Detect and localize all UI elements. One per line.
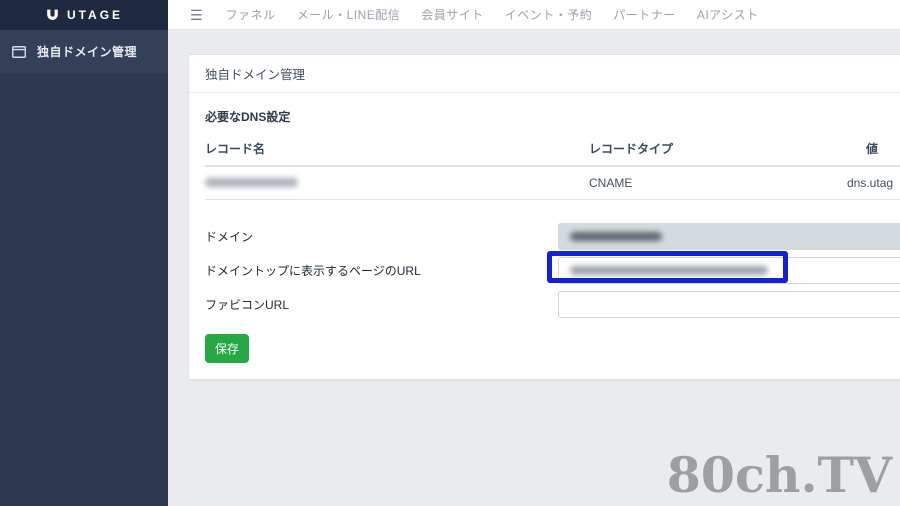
form-row-favicon-url: ファビコンURL xyxy=(205,291,900,318)
dns-value-cell: dns.utag xyxy=(847,166,900,200)
app-logo-bar: UTAGE xyxy=(0,0,168,30)
top-page-url-label: ドメイントップに表示するページのURL xyxy=(205,264,421,278)
top-navigation: ☰ ファネル メール・LINE配信 会員サイト イベント・予約 パートナー AI… xyxy=(168,0,900,30)
form-row-top-page-url: ドメイントップに表示するページのURL xyxy=(205,251,900,284)
redacted-domain-value xyxy=(570,232,662,241)
form-row-domain: ドメイン xyxy=(205,223,900,250)
dns-header-record-name: レコード名 xyxy=(205,133,589,167)
hamburger-menu-icon[interactable]: ☰ xyxy=(190,8,203,22)
dns-section-title: 必要なDNS設定 xyxy=(205,110,291,124)
dns-record-type-cell: CNAME xyxy=(589,166,847,200)
window-icon xyxy=(12,45,26,58)
save-button[interactable]: 保存 xyxy=(205,334,250,363)
nav-item-funnel[interactable]: ファネル xyxy=(226,6,276,23)
dns-header-record-type: レコードタイプ xyxy=(589,133,847,167)
dns-record-name-cell xyxy=(205,166,589,200)
nav-item-member-site[interactable]: 会員サイト xyxy=(421,6,484,23)
top-page-url-field[interactable] xyxy=(558,257,900,284)
page-title: 独自ドメイン管理 xyxy=(189,55,900,93)
nav-item-ai-assist[interactable]: AIアシスト xyxy=(697,6,759,23)
sidebar: 独自ドメイン管理 xyxy=(0,30,168,506)
watermark-text: 80ch.TV xyxy=(666,446,892,504)
app-logo-text: UTAGE xyxy=(66,8,124,22)
domain-label: ドメイン xyxy=(205,230,254,244)
custom-domain-card: 独自ドメイン管理 必要なDNS設定 レコード名 レコードタイプ 値 CNAME … xyxy=(188,54,900,380)
utage-logo-icon xyxy=(45,8,60,23)
dns-table: レコード名 レコードタイプ 値 CNAME dns.utag xyxy=(205,133,900,200)
sidebar-item-label: 独自ドメイン管理 xyxy=(37,45,138,59)
favicon-url-field[interactable] xyxy=(558,291,900,318)
redacted-url-value xyxy=(570,266,768,275)
nav-item-event-reservation[interactable]: イベント・予約 xyxy=(505,6,593,23)
domain-field[interactable] xyxy=(558,223,900,250)
table-row: CNAME dns.utag xyxy=(205,166,900,200)
nav-item-mail-line[interactable]: メール・LINE配信 xyxy=(297,6,401,23)
redacted-record-name xyxy=(205,178,298,187)
favicon-url-label: ファビコンURL xyxy=(205,298,290,312)
sidebar-item-custom-domain[interactable]: 独自ドメイン管理 xyxy=(0,30,168,73)
nav-item-partner[interactable]: パートナー xyxy=(613,6,676,23)
dns-header-value: 値 xyxy=(847,133,900,167)
domain-form: ドメイン ドメイントップに表示するページのURL ファビコンURL 保存 xyxy=(205,223,900,363)
